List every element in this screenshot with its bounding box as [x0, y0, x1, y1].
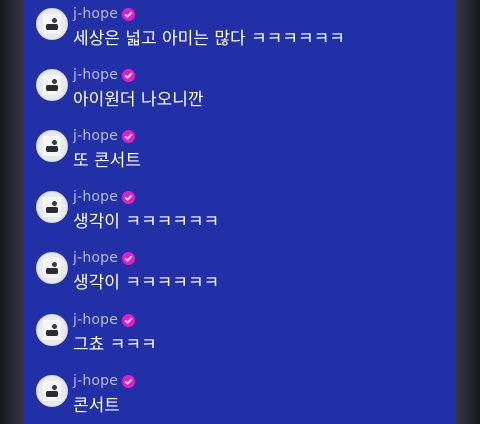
chat-message: j-hope 그쵸 ㅋㅋㅋ: [36, 310, 446, 364]
author-name[interactable]: j-hope: [73, 312, 118, 328]
avatar[interactable]: [36, 69, 68, 101]
live-chat-screen: j-hope 세상은 넓고 아미는 많다 ㅋㅋㅋㅋㅋㅋ j-hope 아이원더 …: [0, 0, 480, 424]
verified-badge-icon: [122, 7, 136, 21]
message-text: 또 콘서트: [73, 151, 141, 171]
chat-message: j-hope 또 콘서트: [36, 126, 446, 180]
chat-message: j-hope 생각이 ㅋㅋㅋㅋㅋㅋ: [36, 187, 446, 241]
avatar[interactable]: [36, 314, 68, 346]
author-name[interactable]: j-hope: [73, 67, 118, 83]
message-text: 세상은 넓고 아미는 많다 ㅋㅋㅋㅋㅋㅋ: [73, 29, 345, 49]
avatar[interactable]: [36, 130, 68, 162]
avatar[interactable]: [36, 375, 68, 407]
message-text: 아이원더 나오니깐: [73, 90, 204, 110]
blurred-background-left: [0, 0, 24, 424]
chat-message: j-hope 콘서트: [36, 371, 446, 424]
message-text: 그쵸 ㅋㅋㅋ: [73, 335, 157, 355]
author-name[interactable]: j-hope: [73, 373, 118, 389]
message-text: 콘서트: [73, 396, 120, 416]
verified-badge-icon: [122, 129, 136, 143]
author-name[interactable]: j-hope: [73, 250, 118, 266]
verified-badge-icon: [122, 190, 136, 204]
blurred-background-right: [456, 0, 480, 424]
message-text: 생각이 ㅋㅋㅋㅋㅋㅋ: [73, 273, 220, 293]
verified-badge-icon: [122, 313, 136, 327]
author-name[interactable]: j-hope: [73, 6, 118, 22]
chat-message: j-hope 세상은 넓고 아미는 많다 ㅋㅋㅋㅋㅋㅋ: [36, 4, 446, 58]
chat-panel[interactable]: j-hope 세상은 넓고 아미는 많다 ㅋㅋㅋㅋㅋㅋ j-hope 아이원더 …: [24, 0, 456, 424]
author-name[interactable]: j-hope: [73, 189, 118, 205]
verified-badge-icon: [122, 251, 136, 265]
avatar[interactable]: [36, 191, 68, 223]
chat-message: j-hope 생각이 ㅋㅋㅋㅋㅋㅋ: [36, 248, 446, 302]
chat-message: j-hope 아이원더 나오니깐: [36, 65, 446, 119]
avatar[interactable]: [36, 8, 68, 40]
author-name[interactable]: j-hope: [73, 128, 118, 144]
verified-badge-icon: [122, 68, 136, 82]
message-text: 생각이 ㅋㅋㅋㅋㅋㅋ: [73, 212, 220, 232]
verified-badge-icon: [122, 374, 136, 388]
avatar[interactable]: [36, 252, 68, 284]
